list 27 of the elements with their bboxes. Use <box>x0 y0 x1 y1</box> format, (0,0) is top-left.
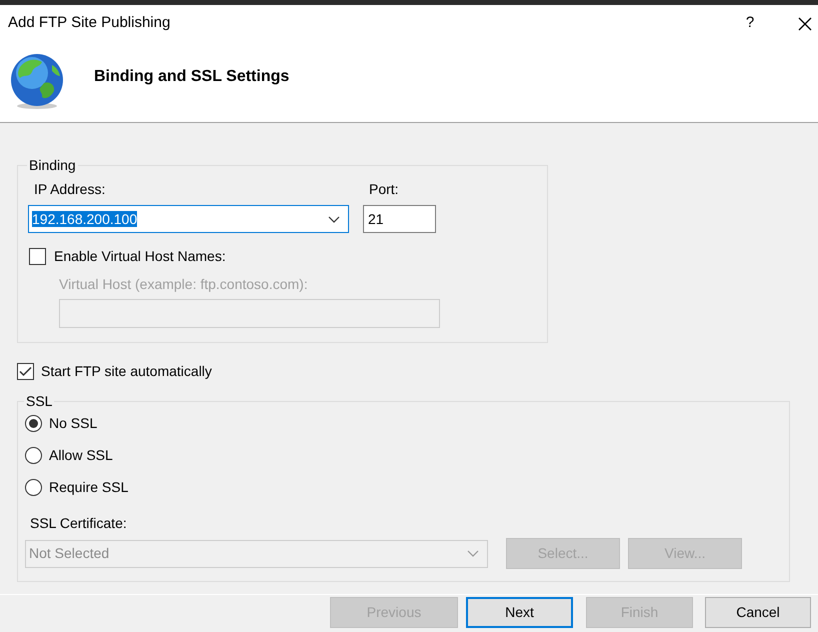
help-button[interactable]: ? <box>740 12 760 35</box>
globe-icon <box>8 53 66 111</box>
field-label: SSL Certificate: <box>30 514 127 532</box>
group-label: SSL <box>25 393 54 409</box>
wizard-button[interactable]: Next <box>466 597 573 628</box>
radio-label: Allow SSL <box>49 446 113 464</box>
field-label: IP Address: <box>34 180 106 198</box>
radio-button[interactable] <box>25 478 42 496</box>
ip-address-combobox[interactable]: 192.168.200.100 <box>28 205 349 233</box>
checkbox-label: Start FTP site automatically <box>41 362 212 380</box>
close-icon[interactable] <box>798 16 812 30</box>
chevron-icon <box>467 550 479 557</box>
radio-label: Require SSL <box>49 478 128 496</box>
port-field[interactable]: 21 <box>363 205 436 233</box>
group-label: Binding <box>28 157 77 173</box>
window-title: Add FTP Site Publishing <box>8 13 172 34</box>
wizard-button[interactable]: Cancel <box>705 597 811 628</box>
checkbox[interactable] <box>17 362 34 380</box>
radio-button[interactable] <box>25 446 42 464</box>
checkbox[interactable] <box>29 248 46 264</box>
field-label: Virtual Host (example: ftp.contoso.com): <box>59 275 308 293</box>
radio-button[interactable] <box>25 414 42 432</box>
field-label: Port: <box>369 180 399 198</box>
radio-label: No SSL <box>49 414 98 432</box>
page-heading: Binding and SSL Settings <box>94 67 290 87</box>
chevron-icon <box>328 216 340 222</box>
checkbox-label: Enable Virtual Host Names: <box>54 247 226 265</box>
